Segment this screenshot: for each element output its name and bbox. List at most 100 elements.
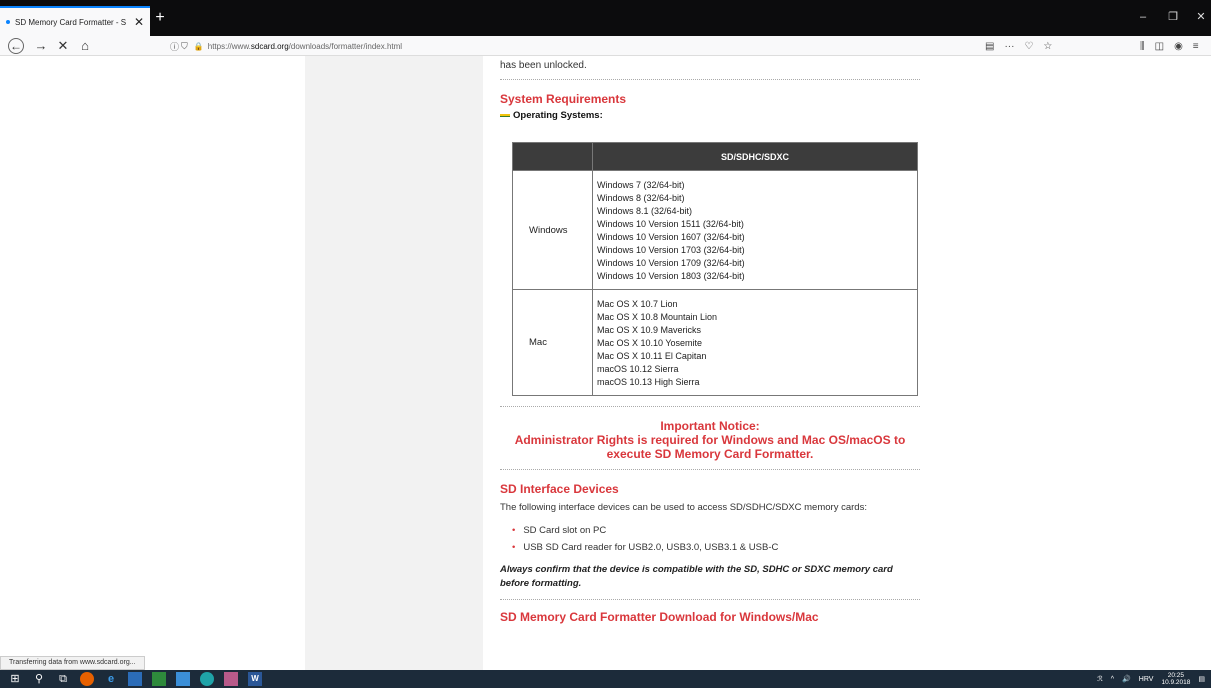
requirements-table: SD/SDHC/SDXC Windows Windows 7 (32/64-bi… <box>512 142 918 396</box>
bullet-icon: • <box>512 525 516 536</box>
versions-cell: Windows 7 (32/64-bit) Windows 8 (32/64-b… <box>592 170 918 290</box>
os-cell: Windows <box>512 170 593 290</box>
version-item: Mac OS X 10.9 Mavericks <box>597 325 702 335</box>
page-viewport[interactable]: has been unlocked. System Requirements O… <box>0 56 1211 670</box>
lock-icon: 🔒 <box>193 41 204 51</box>
divider <box>500 599 920 600</box>
volume-icon[interactable]: 🔊 <box>1122 675 1131 683</box>
version-item: Mac OS X 10.7 Lion <box>597 299 678 309</box>
new-tab-button[interactable]: + <box>152 6 168 30</box>
version-item: macOS 10.13 High Sierra <box>597 377 700 387</box>
left-gutter <box>305 56 483 670</box>
url-host: sdcard.org <box>250 41 289 51</box>
url-bar[interactable]: ⓘ ⛉ 🔒 https://www. sdcard.org/downloads/f… <box>170 38 1070 54</box>
version-item: Windows 10 Version 1709 (32/64-bit) <box>597 258 745 268</box>
notice-line: Administrator Rights is required for Win… <box>514 433 906 447</box>
calculator-icon[interactable] <box>152 672 166 686</box>
notice-line: execute SD Memory Card Formatter. <box>606 447 814 461</box>
start-button[interactable]: ⊞ <box>8 672 22 686</box>
table-header-blank <box>512 142 593 171</box>
table-row: Windows Windows 7 (32/64-bit) Windows 8 … <box>512 170 918 290</box>
site-info-icon[interactable]: ⓘ <box>170 40 179 53</box>
status-text: Transferring data from www.sdcard.org... <box>0 656 145 670</box>
arduino-icon[interactable] <box>200 672 214 686</box>
tab-title: SD Memory Card Formatter - S <box>15 17 127 27</box>
notice-title: Important Notice: <box>660 419 760 433</box>
table-header: SD/SDHC/SDXC <box>592 142 918 171</box>
account-icon[interactable]: ◉ <box>1174 41 1183 52</box>
important-notice: Important Notice: Administrator Rights i… <box>500 419 920 461</box>
download-heading: SD Memory Card Formatter Download for Wi… <box>500 610 819 624</box>
version-item: Windows 10 Version 1607 (32/64-bit) <box>597 232 745 242</box>
firefox-icon[interactable] <box>80 672 94 686</box>
task-view-icon[interactable]: ⧉ <box>56 672 70 686</box>
intro-tail-text: has been unlocked. <box>500 60 587 71</box>
explorer-icon[interactable] <box>176 672 190 686</box>
library-icon[interactable]: ⫼ <box>1140 41 1145 52</box>
loading-indicator-icon <box>6 20 10 24</box>
search-icon[interactable]: ⚲ <box>32 672 46 686</box>
system-requirements-heading: System Requirements <box>500 92 627 106</box>
menu-icon[interactable]: ≡ <box>1193 41 1199 52</box>
version-item: Windows 8.1 (32/64-bit) <box>597 206 693 216</box>
tab-close-icon[interactable]: ✕ <box>134 15 144 29</box>
stop-button[interactable]: ✕ <box>54 37 72 55</box>
interface-list: • SD Card slot on PC • USB SD Card reader … <box>512 525 920 553</box>
navigation-bar: ← → ✕ ⌂ ⓘ ⛉ 🔒 https://www. sdcard.org/dow… <box>0 36 1211 56</box>
bookmark-star-icon[interactable]: ☆ <box>1043 41 1052 52</box>
tab-sd-formatter[interactable]: SD Memory Card Formatter - S ✕ <box>0 6 150 36</box>
version-item: Windows 10 Version 1803 (32/64-bit) <box>597 271 745 281</box>
version-item: Windows 10 Version 1511 (32/64-bit) <box>597 219 744 229</box>
divider <box>500 79 920 80</box>
clock-date: 10.9.2018 <box>1161 679 1191 686</box>
language-indicator[interactable]: HRV <box>1139 676 1154 683</box>
minimize-button[interactable]: – <box>1130 6 1156 28</box>
app-gift-icon[interactable] <box>224 672 238 686</box>
version-item: Mac OS X 10.8 Mountain Lion <box>597 312 718 322</box>
sd-interface-devices-heading: SD Interface Devices <box>500 482 619 496</box>
close-window-button[interactable]: ✕ <box>1188 6 1211 28</box>
yellow-bar-icon <box>500 114 510 117</box>
home-button[interactable]: ⌂ <box>76 37 94 55</box>
edge-icon[interactable]: e <box>104 672 118 686</box>
list-item: • USB SD Card reader for USB2.0, USB3.0, … <box>512 542 920 553</box>
chevron-up-icon[interactable]: ^ <box>1111 676 1114 683</box>
compatibility-note: Always confirm that the device is compat… <box>500 564 893 589</box>
operating-systems-label: Operating Systems: <box>500 110 920 121</box>
version-item: Windows 10 Version 1703 (32/64-bit) <box>597 245 745 255</box>
divider <box>500 406 920 407</box>
tab-strip: SD Memory Card Formatter - S ✕ + – ❐ ✕ <box>0 0 1211 36</box>
tracking-shield-icon[interactable]: ⛉ <box>181 41 188 52</box>
list-item-text: USB SD Card reader for USB2.0, USB3.0, U… <box>523 542 779 553</box>
page-actions-icon[interactable]: ··· <box>1004 41 1014 52</box>
toolbar-right: ⫼ ◫ ◉ ≡ <box>1140 38 1199 54</box>
restore-button[interactable]: ❐ <box>1160 6 1186 28</box>
list-item-text: SD Card slot on PC <box>523 525 607 536</box>
pocket-icon[interactable]: ♡ <box>1024 41 1033 52</box>
sidebar-icon[interactable]: ◫ <box>1155 41 1164 52</box>
clock-time: 20:25 <box>1167 672 1185 679</box>
app-icon[interactable] <box>128 672 142 686</box>
version-item: Windows 8 (32/64-bit) <box>597 193 685 203</box>
divider <box>500 469 920 470</box>
versions-cell: Mac OS X 10.7 Lion Mac OS X 10.8 Mountai… <box>592 289 918 396</box>
notifications-icon[interactable]: ▤ <box>1198 675 1205 683</box>
bullet-icon: • <box>512 542 516 553</box>
people-icon[interactable]: ℛ <box>1097 675 1103 683</box>
clock[interactable]: 20:25 10.9.2018 <box>1161 672 1190 686</box>
system-tray: ℛ ^ 🔊 HRV 20:25 10.9.2018 ▤ <box>1097 671 1205 687</box>
version-item: Mac OS X 10.11 El Capitan <box>597 351 707 361</box>
version-item: Windows 7 (32/64-bit) <box>597 180 685 190</box>
reader-view-icon[interactable]: ▤ <box>985 41 994 52</box>
url-prefix: https://www. <box>207 41 251 51</box>
word-icon[interactable]: W <box>248 672 262 686</box>
main-content: has been unlocked. System Requirements O… <box>500 56 920 624</box>
url-path: /downloads/formatter/index.html <box>288 41 403 51</box>
forward-button[interactable]: → <box>32 37 50 55</box>
table-row: Mac Mac OS X 10.7 Lion Mac OS X 10.8 Mou… <box>512 289 918 396</box>
version-item: Mac OS X 10.10 Yosemite <box>597 338 703 348</box>
url-actions: ▤ ··· ♡ ☆ <box>985 38 1052 54</box>
back-button[interactable]: ← <box>8 38 24 54</box>
version-item: macOS 10.12 Sierra <box>597 364 679 374</box>
os-cell: Mac <box>512 289 593 396</box>
